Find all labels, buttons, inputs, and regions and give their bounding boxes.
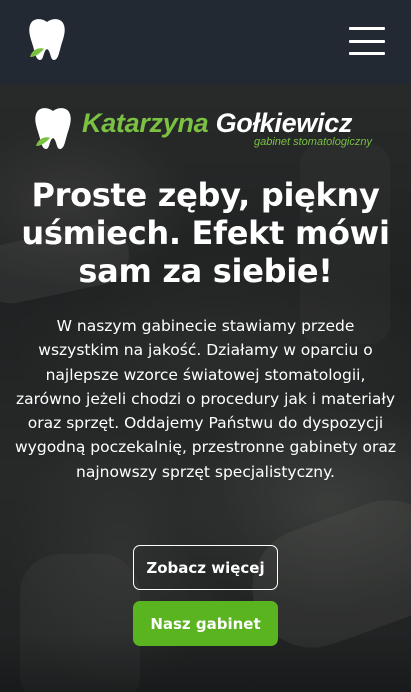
hamburger-menu-icon[interactable] <box>349 27 385 55</box>
brand-name: Katarzyna Gołkiewicz <box>82 108 382 138</box>
hamburger-line <box>349 52 385 55</box>
our-office-button[interactable]: Nasz gabinet <box>133 601 278 646</box>
hero-headline: Proste zęby, piękny uśmiech. Efekt mówi … <box>21 176 390 290</box>
brand-subtitle: gabinet stomatologiczny <box>253 136 372 148</box>
hamburger-line <box>349 39 385 43</box>
hero-content: Katarzyna Gołkiewicz gabinet stomatologi… <box>0 84 411 692</box>
brand-first-name: Katarzyna <box>82 108 209 138</box>
hero-section: Katarzyna Gołkiewicz gabinet stomatologi… <box>0 84 411 692</box>
brand-last-name: Gołkiewicz <box>215 108 353 138</box>
brand-text: Katarzyna Gołkiewicz gabinet stomatologi… <box>82 108 382 148</box>
tooth-leaf-icon <box>35 108 71 149</box>
hero-description: W naszym gabinecie stawiamy przede wszys… <box>15 317 396 481</box>
brand-logo[interactable]: Katarzyna Gołkiewicz gabinet stomatologi… <box>32 106 382 154</box>
tooth-logo-icon[interactable] <box>26 17 68 63</box>
see-more-button[interactable]: Zobacz więcej <box>133 545 278 590</box>
top-navigation-bar <box>0 0 411 84</box>
hamburger-line <box>349 27 385 30</box>
